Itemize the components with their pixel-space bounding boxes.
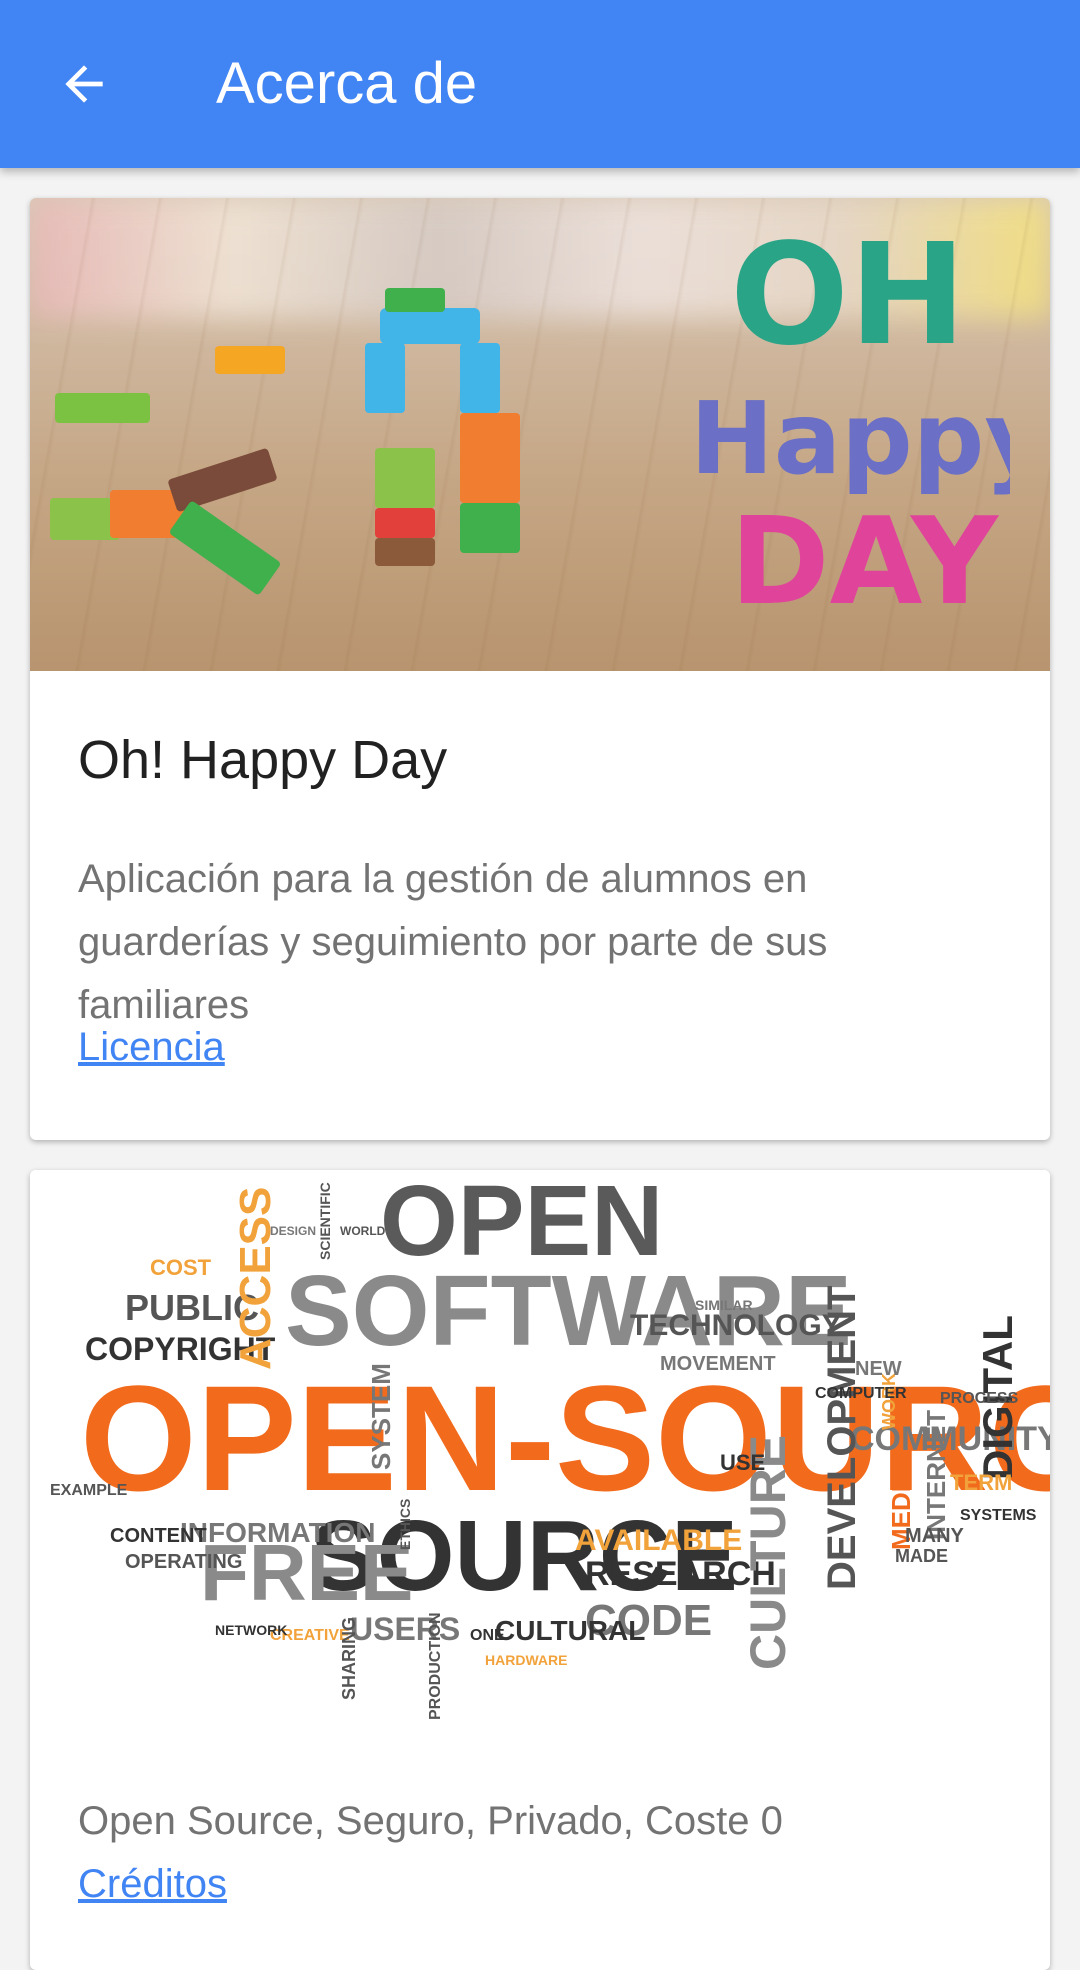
svg-text:WORLD: WORLD: [340, 1224, 386, 1238]
app-name: Oh! Happy Day: [78, 730, 448, 790]
open-source-card: OPEN SOFTWARE OPEN-SOURCE SOURCE FREE PU…: [30, 1170, 1050, 1970]
svg-text:MOVEMENT: MOVEMENT: [660, 1353, 776, 1375]
license-link[interactable]: Licencia: [78, 1016, 225, 1079]
svg-text:MADE: MADE: [895, 1546, 948, 1566]
svg-text:COMPUTER: COMPUTER: [815, 1385, 907, 1402]
svg-text:MANY: MANY: [905, 1525, 965, 1547]
svg-text:SHARING: SHARING: [339, 1617, 359, 1700]
svg-text:COST: COST: [150, 1255, 212, 1280]
svg-text:ETHICS: ETHICS: [397, 1499, 413, 1550]
svg-text:DAY!: DAY!: [730, 493, 1010, 623]
app-bar: Acerca de: [0, 0, 1080, 168]
svg-text:SCIENTIFIC: SCIENTIFIC: [317, 1182, 333, 1260]
svg-text:DESIGN: DESIGN: [270, 1224, 316, 1238]
svg-text:TECHNOLOGY: TECHNOLOGY: [630, 1309, 842, 1342]
svg-text:SIMILAR: SIMILAR: [695, 1297, 753, 1313]
open-source-word-cloud: OPEN SOFTWARE OPEN-SOURCE SOURCE FREE PU…: [30, 1170, 1050, 1730]
svg-text:DEVELOPMENT: DEVELOPMENT: [820, 1286, 864, 1590]
svg-text:INFORMATION: INFORMATION: [180, 1517, 375, 1548]
svg-text:USE: USE: [720, 1450, 765, 1475]
svg-text:INTERNET: INTERNET: [921, 1410, 951, 1540]
app-info-card: OH Happy DAY! Oh! Happy Day Aplicación p…: [30, 198, 1050, 1140]
svg-text:ONE: ONE: [470, 1627, 505, 1644]
page-title: Acerca de: [216, 51, 478, 116]
svg-text:OH: OH: [730, 223, 966, 377]
svg-text:NETWORK: NETWORK: [215, 1622, 287, 1638]
credits-link[interactable]: Créditos: [78, 1853, 227, 1916]
svg-text:SYSTEM: SYSTEM: [366, 1363, 396, 1470]
back-button[interactable]: [40, 40, 128, 128]
svg-text:CONTENT: CONTENT: [110, 1525, 207, 1547]
app-banner-image: OH Happy DAY!: [30, 198, 1050, 671]
svg-text:TERM: TERM: [950, 1470, 1012, 1495]
oh-happy-day-logo: OH Happy DAY!: [690, 223, 1010, 623]
arrow-left-icon: [65, 65, 103, 103]
svg-text:PROCESS: PROCESS: [940, 1390, 1019, 1407]
svg-text:SYSTEMS: SYSTEMS: [960, 1507, 1037, 1524]
svg-text:OPERATING: OPERATING: [125, 1551, 242, 1573]
svg-text:AVAILABLE: AVAILABLE: [575, 1524, 742, 1557]
svg-text:HARDWARE: HARDWARE: [485, 1652, 567, 1668]
app-description: Aplicación para la gestión de alumnos en…: [78, 857, 828, 1027]
svg-text:EXAMPLE: EXAMPLE: [50, 1482, 128, 1499]
svg-text:NEW: NEW: [855, 1358, 902, 1380]
svg-text:CULTURAL: CULTURAL: [495, 1615, 645, 1646]
open-source-description: Open Source, Seguro, Privado, Coste 0: [78, 1799, 783, 1843]
svg-text:Happy: Happy: [690, 380, 1010, 497]
svg-text:PRODUCTION: PRODUCTION: [427, 1612, 444, 1720]
svg-text:ACCESS: ACCESS: [231, 1187, 280, 1370]
